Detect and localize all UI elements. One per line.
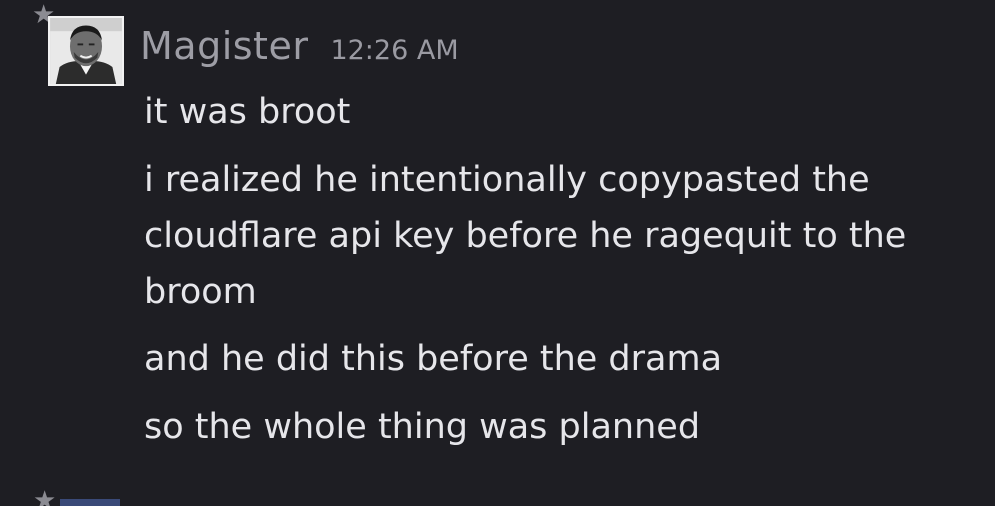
username[interactable]: Magister xyxy=(140,24,308,68)
next-avatar-edge xyxy=(60,499,120,506)
star-icon[interactable]: ★ xyxy=(33,488,56,506)
chat-window: ★ Magister 12:26 AM it was broot i reali… xyxy=(0,0,995,506)
message-line: it was broot xyxy=(144,92,351,132)
message-line: i realized he intentionally copypasted t… xyxy=(144,160,907,312)
timestamp[interactable]: 12:26 AM xyxy=(330,35,458,66)
message-header: Magister 12:26 AM xyxy=(140,24,459,74)
message-group: it was broot i realized he intentionally… xyxy=(144,84,974,456)
message-line: and he did this before the drama xyxy=(144,339,723,379)
avatar[interactable] xyxy=(48,16,124,86)
message-line: so the whole thing was planned xyxy=(144,407,701,447)
man-portrait-icon xyxy=(50,18,122,84)
